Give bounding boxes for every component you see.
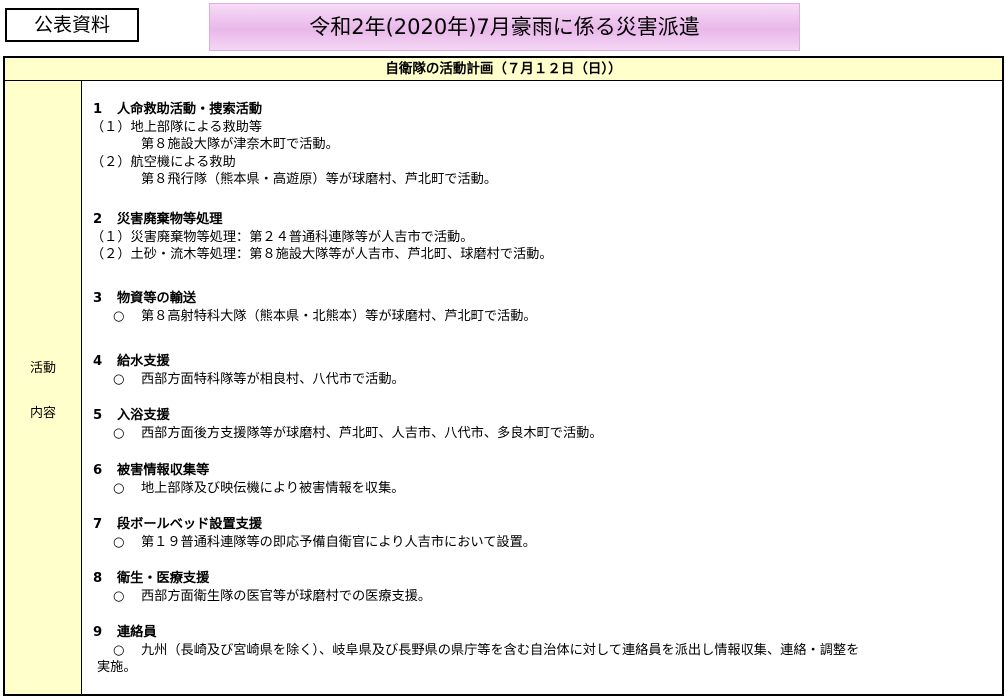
activity-plan-table: 自衛隊の活動計画（７月１２日（日）） 活動 内容 1 人命救助活動・捜索活動 （１…: [3, 56, 1004, 696]
section-number: 4: [93, 354, 103, 369]
section-heading: 8 衛生・医療支援: [91, 570, 996, 588]
section-text: 西部方面後方支援隊等が球磨村、芦北町、人吉市、八代市、多良木町で活動。: [141, 425, 603, 441]
section-text: 西部方面特科隊等が相良村、八代市で活動。: [141, 371, 405, 387]
section-medical-support: 8 衛生・医療支援 ○ 西部方面衛生隊の医官等が球磨村での医療支援。: [91, 570, 996, 605]
subitem-line: （１）災害廃棄物等処理：第２４普通科連隊等が人吉市で活動。: [91, 229, 474, 245]
section-title: 連絡員: [117, 625, 157, 640]
section-damage-info: 6 被害情報収集等 ○ 地上部隊及び映伝機により被害情報を収集。: [91, 462, 996, 497]
section-heading: 3 物資等の輸送: [91, 290, 996, 308]
section-heading: 1 人命救助活動・捜索活動: [91, 101, 996, 119]
bullet-circle-icon: ○: [113, 588, 125, 604]
section-number: 6: [93, 463, 103, 478]
bullet-circle-icon: ○: [113, 308, 125, 324]
side-label-content: 内容: [29, 406, 56, 421]
section-title: 衛生・医療支援: [117, 571, 210, 586]
section-text: 第８高射特科大隊（熊本県・北熊本）等が球磨村、芦北町で活動。: [141, 308, 537, 324]
section-number: 7: [93, 517, 103, 532]
subitem-detail: 第８飛行隊（熊本県・高遊原）等が球磨村、芦北町で活動。: [141, 172, 498, 187]
bullet-circle-icon: ○: [113, 425, 125, 441]
section-rescue: 1 人命救助活動・捜索活動 （１）地上部隊による救助等 第８施設大隊が津奈木町で活…: [91, 101, 996, 189]
section-title: 段ボールベッド設置支援: [117, 517, 263, 532]
section-text: 九州（長崎及び宮崎県を除く）、岐阜県及び長野県の県庁等を含む自治体に対して連絡員…: [141, 642, 860, 658]
section-text: 西部方面衛生隊の医官等が球磨村での医療支援。: [141, 588, 432, 604]
section-bullet-line: ○ 西部方面特科隊等が相良村、八代市で活動。: [91, 371, 996, 389]
section-title: 給水支援: [117, 354, 170, 369]
section-bullet-line: ○ 第１９普通科連隊等の即応予備自衛官により人吉市において設置。: [91, 534, 996, 552]
section-heading: 6 被害情報収集等: [91, 462, 996, 480]
public-material-tag: 公表資料: [5, 8, 139, 42]
section-number: 5: [93, 408, 103, 423]
section-heading: 4 給水支援: [91, 353, 996, 371]
section-bullet-line: ○ 地上部隊及び映伝機により被害情報を収集。: [91, 480, 996, 498]
section-heading: 5 入浴支援: [91, 407, 996, 425]
section-text: 第１９普通科連隊等の即応予備自衛官により人吉市において設置。: [141, 534, 536, 550]
section-title: 被害情報収集等: [117, 463, 210, 478]
subitem-label: （１）地上部隊による救助等: [91, 119, 263, 135]
section-number: 9: [93, 625, 103, 640]
bullet-circle-icon: ○: [113, 534, 125, 550]
bullet-circle-icon: ○: [113, 371, 125, 387]
table-header: 自衛隊の活動計画（７月１２日（日））: [5, 58, 1002, 81]
subitem-line: （２）土砂・流木等処理：第８施設大隊等が人吉市、芦北町、球磨村で活動。: [91, 247, 553, 262]
section-transport: 3 物資等の輸送 ○ 第８高射特科大隊（熊本県・北熊本）等が球磨村、芦北町で活動。: [91, 290, 996, 325]
section-heading: 7 段ボールベッド設置支援: [91, 516, 996, 534]
section-number: 8: [93, 571, 103, 586]
section-heading: 9 連絡員: [91, 624, 996, 642]
bullet-circle-icon: ○: [113, 480, 125, 496]
section-title: 物資等の輸送: [117, 291, 197, 306]
activity-content: 1 人命救助活動・捜索活動 （１）地上部隊による救助等 第８施設大隊が津奈木町で活…: [83, 81, 1002, 694]
section-number: 2: [93, 212, 103, 227]
section-text-continued: 実施。: [97, 660, 137, 675]
activity-label-column: 活動 内容: [5, 81, 82, 694]
section-cardboard-beds: 7 段ボールベッド設置支援 ○ 第１９普通科連隊等の即応予備自衛官により人吉市におい…: [91, 516, 996, 551]
section-water-supply: 4 給水支援 ○ 西部方面特科隊等が相良村、八代市で活動。: [91, 353, 996, 388]
section-heading: 2 災害廃棄物等処理: [91, 211, 996, 229]
section-waste-disposal: 2 災害廃棄物等処理 （１）災害廃棄物等処理：第２４普通科連隊等が人吉市で活動。 …: [91, 211, 996, 264]
section-bathing-support: 5 入浴支援 ○ 西部方面後方支援隊等が球磨村、芦北町、人吉市、八代市、多良木町で活…: [91, 407, 996, 442]
subitem-label: （２）航空機による救助: [91, 154, 236, 170]
section-bullet-line: ○ 九州（長崎及び宮崎県を除く）、岐阜県及び長野県の県庁等を含む自治体に対して連絡…: [91, 642, 996, 660]
section-bullet-line: ○ 西部方面後方支援隊等が球磨村、芦北町、人吉市、八代市、多良木町で活動。: [91, 425, 996, 443]
section-text: 地上部隊及び映伝機により被害情報を収集。: [141, 480, 405, 496]
section-number: 3: [93, 291, 103, 306]
subitem-detail: 第８施設大隊が津奈木町で活動。: [141, 137, 339, 152]
section-liaison: 9 連絡員 ○ 九州（長崎及び宮崎県を除く）、岐阜県及び長野県の県庁等を含む自治体に…: [91, 624, 996, 677]
section-number: 1: [93, 102, 103, 117]
page-title-banner: 令和2年(2020年)7月豪雨に係る災害派遣: [209, 3, 800, 51]
section-title: 人命救助活動・捜索活動: [117, 102, 263, 117]
side-label-activity: 活動: [29, 361, 56, 376]
section-title: 災害廃棄物等処理: [117, 212, 223, 227]
bullet-circle-icon: ○: [113, 642, 125, 658]
section-bullet-line: ○ 西部方面衛生隊の医官等が球磨村での医療支援。: [91, 588, 996, 606]
section-bullet-line: ○ 第８高射特科大隊（熊本県・北熊本）等が球磨村、芦北町で活動。: [91, 308, 996, 326]
section-title: 入浴支援: [117, 408, 170, 423]
